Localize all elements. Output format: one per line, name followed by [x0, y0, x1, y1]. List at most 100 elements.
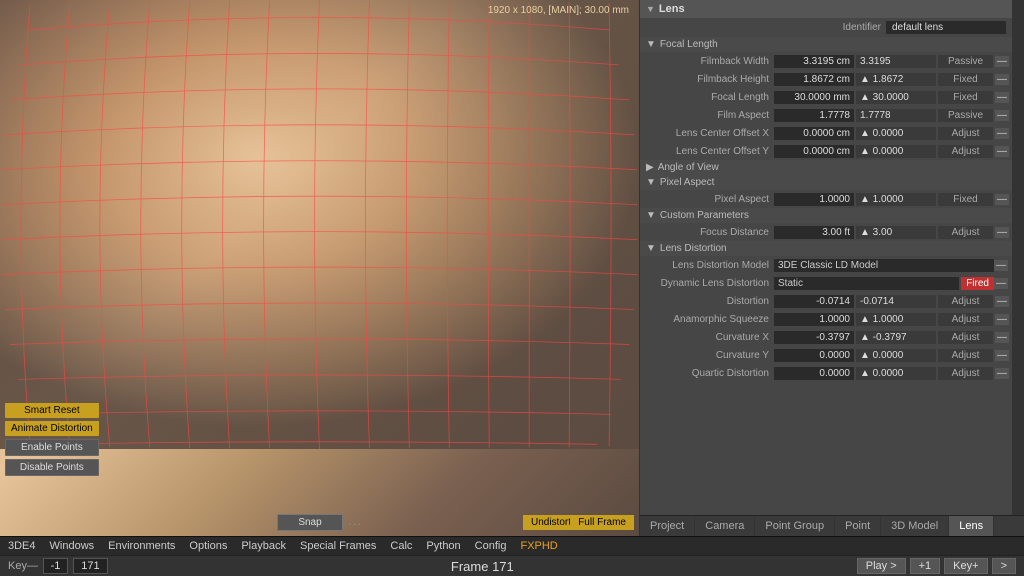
menu-options[interactable]: Options — [186, 539, 230, 553]
key-plus-button[interactable]: Key+ — [944, 558, 987, 574]
curvature-x-value2[interactable]: ▲ -0.3797 — [856, 331, 936, 344]
lens-model-btn[interactable]: — — [994, 260, 1008, 271]
menu-special-frames[interactable]: Special Frames — [297, 539, 379, 553]
menu-python[interactable]: Python — [423, 539, 463, 553]
tab-point[interactable]: Point — [835, 516, 881, 536]
curvature-y-btn[interactable]: — — [995, 350, 1009, 361]
dynamic-lens-btn[interactable]: — — [994, 278, 1008, 289]
quartic-mode[interactable]: Adjust — [938, 367, 993, 380]
focus-distance-value2[interactable]: ▲ 3.00 — [856, 226, 936, 239]
lens-center-x-value1[interactable]: 0.0000 cm — [774, 127, 854, 140]
dynamic-lens-value[interactable]: Static — [774, 277, 959, 290]
curvature-y-value2[interactable]: ▲ 0.0000 — [856, 349, 936, 362]
full-frame-button[interactable]: Full Frame — [570, 515, 634, 530]
quartic-btn[interactable]: — — [995, 368, 1009, 379]
curvature-y-mode[interactable]: Adjust — [938, 349, 993, 362]
quartic-value1[interactable]: 0.0000 — [774, 367, 854, 380]
filmback-height-label: Filmback Height — [644, 74, 774, 85]
menu-fxphd[interactable]: FXPHD — [517, 539, 560, 553]
focal-length-btn[interactable]: — — [995, 92, 1009, 103]
anamorphic-value2[interactable]: ▲ 1.0000 — [856, 313, 936, 326]
distortion-value1[interactable]: -0.0714 — [774, 295, 854, 308]
menu-3de4[interactable]: 3DE4 — [5, 539, 39, 553]
lens-distortion-model-value[interactable]: 3DE Classic LD Model — [774, 259, 994, 272]
filmback-width-value2[interactable]: 3.3195 — [856, 55, 936, 68]
filmback-height-mode[interactable]: Fixed — [938, 73, 993, 86]
lens-center-y-value2[interactable]: ▲ 0.0000 — [856, 145, 936, 158]
frame-display: Frame 171 — [113, 559, 852, 574]
tab-lens[interactable]: Lens — [949, 516, 994, 536]
custom-params-header: ▼ Custom Parameters — [640, 208, 1012, 223]
pixel-aspect-value1[interactable]: 1.0000 — [774, 193, 854, 206]
focal-length-mode[interactable]: Fixed — [938, 91, 993, 104]
film-aspect-value1[interactable]: 1.7778 — [774, 109, 854, 122]
film-aspect-value2[interactable]: 1.7778 — [856, 109, 936, 122]
lens-distortion-header: ▼ Lens Distortion — [640, 241, 1012, 256]
menu-windows[interactable]: Windows — [47, 539, 98, 553]
filmback-height-btn[interactable]: — — [995, 74, 1009, 85]
frame-input[interactable] — [73, 558, 108, 574]
focus-distance-value1[interactable]: 3.00 ft — [774, 226, 854, 239]
key-value-input[interactable] — [43, 558, 68, 574]
anamorphic-value1[interactable]: 1.0000 — [774, 313, 854, 326]
lens-center-x-value2[interactable]: ▲ 0.0000 — [856, 127, 936, 140]
film-aspect-mode[interactable]: Passive — [938, 109, 993, 122]
tab-3d-model[interactable]: 3D Model — [881, 516, 949, 536]
menu-calc[interactable]: Calc — [387, 539, 415, 553]
fired-badge: Fired — [961, 277, 994, 290]
lens-center-y-value1[interactable]: 0.0000 cm — [774, 145, 854, 158]
pixel-aspect-value2[interactable]: ▲ 1.0000 — [856, 193, 936, 206]
identifier-value[interactable]: default lens — [886, 21, 1006, 34]
pixel-aspect-btn[interactable]: — — [995, 194, 1009, 205]
focus-distance-label: Focus Distance — [644, 227, 774, 238]
focal-length-value2[interactable]: ▲ 30.0000 — [856, 91, 936, 104]
anamorphic-btn[interactable]: — — [995, 314, 1009, 325]
tab-project[interactable]: Project — [640, 516, 695, 536]
tab-point-group[interactable]: Point Group — [755, 516, 835, 536]
tabs-bar: Project Camera Point Group Point 3D Mode… — [640, 515, 1024, 536]
filmback-height-value2[interactable]: ▲ 1.8672 — [856, 73, 936, 86]
menu-config[interactable]: Config — [472, 539, 510, 553]
filmback-height-value1[interactable]: 1.8672 cm — [774, 73, 854, 86]
distortion-mode[interactable]: Adjust — [938, 295, 993, 308]
curvature-x-value1[interactable]: -0.3797 — [774, 331, 854, 344]
right-panel-scrollbar[interactable] — [1012, 0, 1024, 515]
right-panel: ▼ Lens Identifier default lens ▼ Focal L… — [639, 0, 1024, 536]
pixel-triangle-icon: ▼ — [646, 177, 656, 188]
focus-distance-mode[interactable]: Adjust — [938, 226, 993, 239]
lens-center-y-mode[interactable]: Adjust — [938, 145, 993, 158]
quartic-value2[interactable]: ▲ 0.0000 — [856, 367, 936, 380]
distortion-label: Distortion — [644, 296, 774, 307]
distortion-btn[interactable]: — — [995, 296, 1009, 307]
animate-distortion-button[interactable]: Animate Distortion — [5, 421, 99, 436]
dynamic-lens-label: Dynamic Lens Distortion — [644, 278, 774, 289]
smart-reset-button[interactable]: Smart Reset — [5, 403, 99, 418]
anamorphic-mode[interactable]: Adjust — [938, 313, 993, 326]
filmback-width-mode[interactable]: Passive — [938, 55, 993, 68]
pixel-aspect-mode[interactable]: Fixed — [938, 193, 993, 206]
filmback-height-row: Filmback Height 1.8672 cm ▲ 1.8672 Fixed… — [640, 70, 1012, 88]
plus-one-button[interactable]: +1 — [910, 558, 941, 574]
aov-header: ▶ Angle of View — [640, 160, 1012, 175]
focal-length-value1[interactable]: 30.0000 mm — [774, 91, 854, 104]
focus-distance-btn[interactable]: — — [995, 227, 1009, 238]
snap-button[interactable]: Snap — [277, 514, 342, 531]
enable-points-button[interactable]: Enable Points — [5, 439, 99, 456]
lens-center-y-btn[interactable]: — — [995, 146, 1009, 157]
filmback-width-value1[interactable]: 3.3195 cm — [774, 55, 854, 68]
curvature-x-mode[interactable]: Adjust — [938, 331, 993, 344]
disable-points-button[interactable]: Disable Points — [5, 459, 99, 476]
distortion-value2[interactable]: -0.0714 — [856, 295, 936, 308]
curvature-x-btn[interactable]: — — [995, 332, 1009, 343]
menu-environments[interactable]: Environments — [105, 539, 178, 553]
lens-center-x-mode[interactable]: Adjust — [938, 127, 993, 140]
film-aspect-btn[interactable]: — — [995, 110, 1009, 121]
play-button[interactable]: Play > — [857, 558, 906, 574]
tab-camera[interactable]: Camera — [695, 516, 755, 536]
lens-center-x-btn[interactable]: — — [995, 128, 1009, 139]
chevron-button[interactable]: > — [992, 558, 1016, 574]
curvature-y-value1[interactable]: 0.0000 — [774, 349, 854, 362]
menu-playback[interactable]: Playback — [238, 539, 289, 553]
filmback-width-btn[interactable]: — — [995, 56, 1009, 67]
bottom-bar: Key— Frame 171 Play > +1 Key+ > — [0, 555, 1024, 576]
